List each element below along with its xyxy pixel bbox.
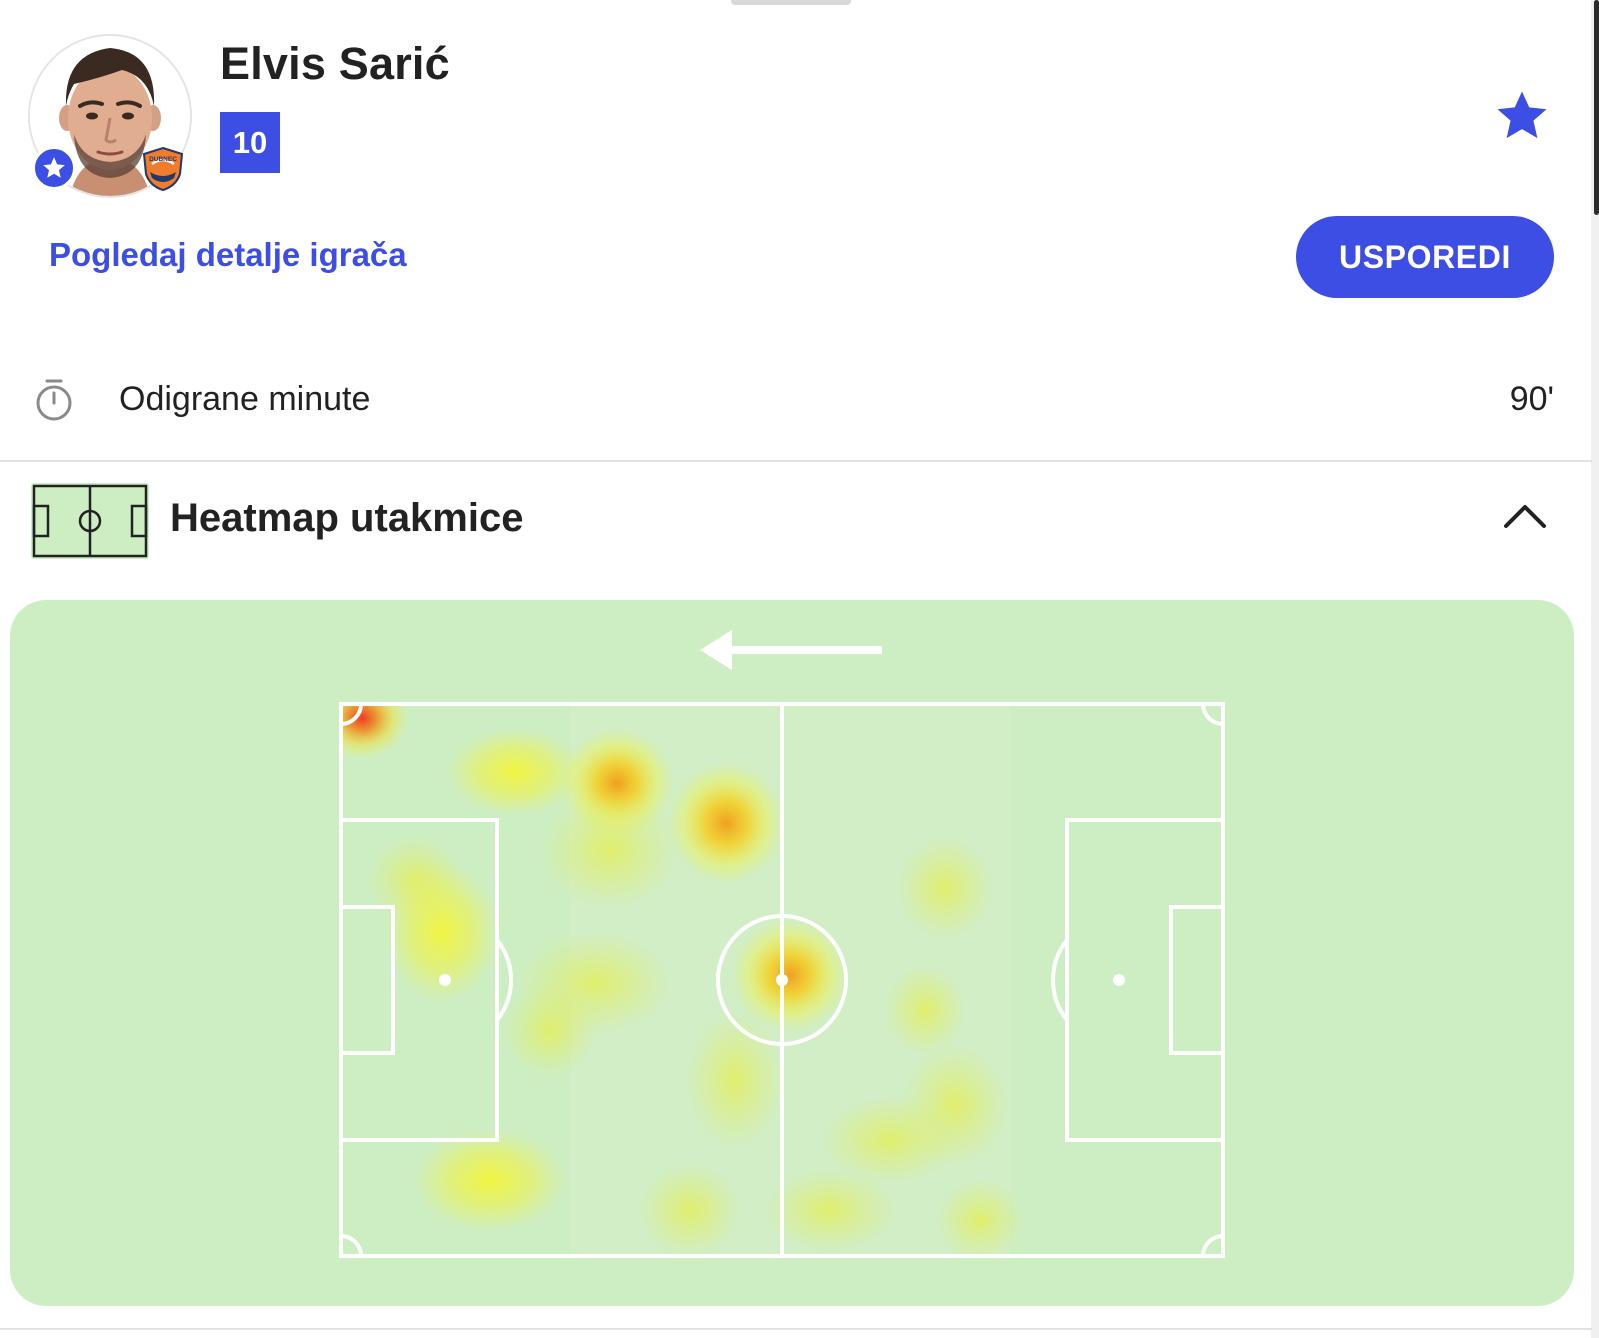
favourite-star-icon[interactable]: [1494, 88, 1550, 144]
shirt-number-badge: 10: [220, 112, 280, 173]
divider: [0, 460, 1592, 462]
player-detail-panel: DUBNEC Elvis Sarić 10 Pogledaj detalje i…: [0, 0, 1599, 1338]
heatmap-panel: [10, 600, 1574, 1306]
minutes-played-value: 90': [1509, 380, 1554, 418]
top-player-star-icon: [32, 146, 76, 190]
player-avatar-group[interactable]: DUBNEC: [28, 34, 192, 198]
chevron-up-icon[interactable]: [1502, 500, 1548, 532]
compare-button[interactable]: USPOREDI: [1296, 216, 1554, 298]
scrollbar-thumb[interactable]: [1594, 0, 1599, 215]
club-badge-icon: DUBNEC: [140, 146, 186, 192]
player-details-link[interactable]: Pogledaj detalje igrača: [49, 236, 407, 274]
club-badge-text: DUBNEC: [149, 156, 177, 163]
scrollbar[interactable]: [1591, 0, 1599, 1338]
pitch-icon: [30, 482, 150, 560]
stopwatch-icon: [34, 378, 74, 422]
divider: [0, 1328, 1592, 1330]
heatmap-pitch: [339, 630, 1225, 1258]
drag-handle[interactable]: [731, 0, 851, 5]
heatmap-title: Heatmap utakmice: [170, 496, 524, 540]
player-name: Elvis Sarić: [220, 38, 450, 89]
minutes-played-label: Odigrane minute: [119, 380, 371, 418]
attack-direction-arrow-icon: [700, 630, 882, 670]
